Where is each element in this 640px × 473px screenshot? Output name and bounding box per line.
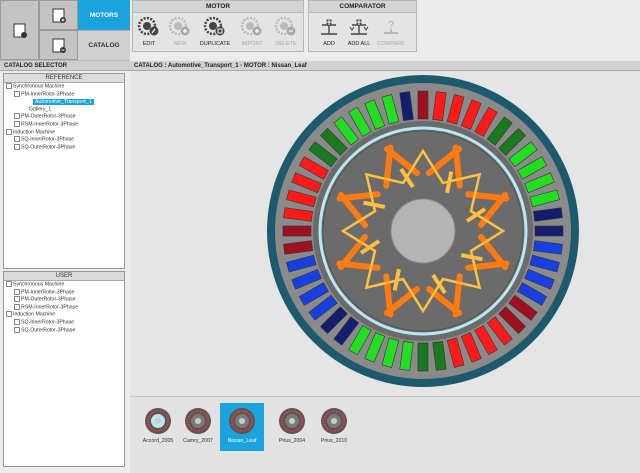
delete-motor-icon bbox=[273, 15, 299, 39]
compare-button[interactable]: ? COMPARE bbox=[369, 15, 413, 47]
motor-thumbnail-icon bbox=[183, 406, 213, 436]
tree-expander-icon[interactable] bbox=[14, 113, 20, 120]
tree-expander-icon[interactable] bbox=[14, 303, 20, 310]
comparator-group-title: COMPARATOR bbox=[309, 1, 416, 13]
tree-branch-item[interactable]: RSM-InnerRotor-3Phase bbox=[4, 303, 124, 312]
tree-branch-item[interactable]: PM-InnerRotor-3Phase bbox=[4, 288, 124, 297]
tree-item-label: Induction Machine bbox=[13, 128, 56, 135]
duplicate-motor-icon bbox=[202, 15, 228, 39]
tree-expander-icon[interactable] bbox=[14, 288, 20, 295]
motor-thumbnail-label: Accord_2005 bbox=[142, 438, 174, 444]
motor-thumbnail-icon bbox=[319, 406, 349, 436]
tree-expander-icon[interactable] bbox=[14, 136, 20, 143]
user-catalog-panel: USER Synchronous Machine PM-InnerRotor-3P… bbox=[3, 271, 125, 467]
tree-item-label: Gallery_1 bbox=[29, 106, 52, 113]
home-view-button[interactable] bbox=[0, 0, 39, 60]
motor-thumbnail[interactable]: Prius_2010 bbox=[312, 403, 356, 451]
reference-tree: Synchronous Machine PM-InnerRotor-3Phase A… bbox=[4, 83, 124, 151]
motor-thumbnail-label: Prius_2010 bbox=[320, 438, 348, 444]
motor-thumbnail-label: Prius_2004 bbox=[278, 438, 306, 444]
tree-branch-item[interactable]: SQ-OuterRotor-3Phase bbox=[4, 326, 124, 335]
stator-coil bbox=[534, 225, 564, 237]
tree-expander-icon[interactable] bbox=[6, 311, 12, 318]
tree-item-label: SQ-InnerRotor-3Phase bbox=[21, 319, 75, 326]
tree-item-label: SQ-OuterRotor-3Phase bbox=[21, 144, 76, 151]
motor-thumbnail-label: Camry_2007 bbox=[183, 438, 213, 444]
motor-thumbnail-icon bbox=[143, 406, 173, 436]
tree-expander-icon[interactable] bbox=[14, 296, 20, 303]
tree-item-label: Synchronous Machine bbox=[13, 281, 65, 288]
tree-item-label: SQ-InnerRotor-3Phase bbox=[21, 136, 75, 143]
import-motor-icon bbox=[239, 15, 265, 39]
document-icon bbox=[13, 23, 27, 38]
stator-coil bbox=[417, 342, 429, 372]
tree-category-item[interactable]: Synchronous Machine bbox=[4, 281, 124, 289]
tree-branch-item[interactable]: SQ-InnerRotor-3Phase bbox=[4, 318, 124, 327]
remove-document-button[interactable] bbox=[39, 30, 78, 60]
tree-branch-item[interactable]: PM-OuterRotor-3Phase bbox=[4, 113, 124, 121]
tree-expander-icon[interactable] bbox=[6, 128, 12, 135]
tool-label: COMPARE bbox=[377, 41, 405, 47]
tree-branch-item[interactable]: PM-OuterRotor-3Phase bbox=[4, 296, 124, 304]
tree-leaf-item[interactable]: Gallery_1 bbox=[4, 106, 124, 114]
tree-expander-icon[interactable] bbox=[14, 90, 20, 97]
tree-item-label: SQ-OuterRotor-3Phase bbox=[21, 326, 76, 333]
motor-thumbnail[interactable]: Nissan_Leaf bbox=[220, 403, 264, 451]
tree-expander-icon[interactable] bbox=[14, 326, 20, 333]
motor-cross-section-drawing bbox=[267, 75, 579, 387]
tree-branch-item[interactable]: RSM-InnerRotor-3Phase bbox=[4, 120, 124, 129]
tree-item-label: PM-InnerRotor-3Phase bbox=[21, 90, 75, 97]
tree-category-item[interactable]: Induction Machine bbox=[4, 311, 124, 319]
tree-expander-icon[interactable] bbox=[6, 281, 12, 287]
tree-branch-item[interactable]: PM-InnerRotor-3Phase bbox=[4, 90, 124, 99]
tree-item-label: Synchronous Machine bbox=[13, 83, 65, 90]
stator-coil bbox=[417, 90, 429, 120]
tree-category-item[interactable]: Induction Machine bbox=[4, 128, 124, 137]
motor-group-title: MOTOR bbox=[133, 1, 303, 13]
tool-label: DELETE bbox=[275, 41, 297, 47]
user-tree: Synchronous Machine PM-InnerRotor-3Phase P… bbox=[4, 281, 124, 334]
add-document-button[interactable] bbox=[39, 0, 78, 30]
motor-thumbnail-label: Nissan_Leaf bbox=[227, 438, 257, 444]
reference-panel-title: REFERENCE bbox=[4, 74, 124, 83]
view-switcher: MOTORS CATALOG bbox=[0, 0, 130, 61]
tree-expander-icon[interactable] bbox=[14, 120, 20, 127]
delete-button[interactable]: DELETE bbox=[264, 15, 308, 47]
tab-motors[interactable]: MOTORS bbox=[78, 0, 130, 30]
tree-expander-icon[interactable] bbox=[6, 83, 12, 89]
add-document-icon bbox=[52, 8, 66, 23]
motor-thumbnail-strip: Accord_2005 Camry_2007 Nissan_Leaf Prius_20… bbox=[130, 396, 640, 473]
motor-thumbnail[interactable]: Accord_2005 bbox=[136, 403, 180, 451]
tree-item-label: PM-OuterRotor-3Phase bbox=[21, 113, 76, 120]
stator-coil bbox=[282, 225, 312, 237]
user-panel-title: USER bbox=[4, 272, 124, 281]
tree-expander-icon[interactable] bbox=[14, 143, 20, 150]
motor-thumbnail[interactable]: Camry_2007 bbox=[176, 403, 220, 451]
catalog-motor-breadcrumb: CATALOG : Automotive_Transport_1 - MOTOR… bbox=[130, 61, 640, 71]
motor-thumbnail[interactable]: Prius_2004 bbox=[270, 403, 314, 451]
tree-item-label: RSM-InnerRotor-3Phase bbox=[21, 304, 79, 311]
tree-branch-item[interactable]: SQ-InnerRotor-3Phase bbox=[4, 136, 124, 144]
tree-item-label: RSM-InnerRotor-3Phase bbox=[21, 121, 79, 128]
new-motor-icon bbox=[167, 15, 193, 39]
tree-item-label: PM-OuterRotor-3Phase bbox=[21, 296, 76, 303]
tree-category-item[interactable]: Synchronous Machine bbox=[4, 83, 124, 91]
tree-item-label: Automotive_Transport_1 bbox=[33, 98, 94, 105]
motor-toolbar-group: MOTOR EDIT NEW DUPLICATE IMPORT DELETE bbox=[132, 0, 304, 52]
tree-item-label: Induction Machine bbox=[13, 311, 56, 318]
rotor-shaft bbox=[390, 198, 456, 264]
tree-expander-icon[interactable] bbox=[14, 318, 20, 325]
comparator-toolbar-group: COMPARATOR ADD ADD ALL? COMPARE bbox=[308, 0, 417, 52]
reference-catalog-panel: REFERENCE Synchronous Machine PM-InnerRot… bbox=[3, 73, 125, 269]
catalog-selector-title: CATALOG SELECTOR bbox=[0, 61, 130, 71]
motor-cross-section-view[interactable] bbox=[130, 71, 640, 396]
tree-branch-item[interactable]: SQ-OuterRotor-3Phase bbox=[4, 143, 124, 152]
tree-leaf-item[interactable]: Automotive_Transport_1 bbox=[4, 98, 124, 106]
tab-catalog[interactable]: CATALOG bbox=[78, 30, 130, 60]
compare-icon: ? bbox=[378, 15, 404, 39]
remove-document-icon bbox=[52, 38, 66, 53]
motor-thumbnail-icon bbox=[227, 406, 257, 436]
tree-item-label: PM-InnerRotor-3Phase bbox=[21, 288, 75, 295]
motor-thumbnail-icon bbox=[277, 406, 307, 436]
